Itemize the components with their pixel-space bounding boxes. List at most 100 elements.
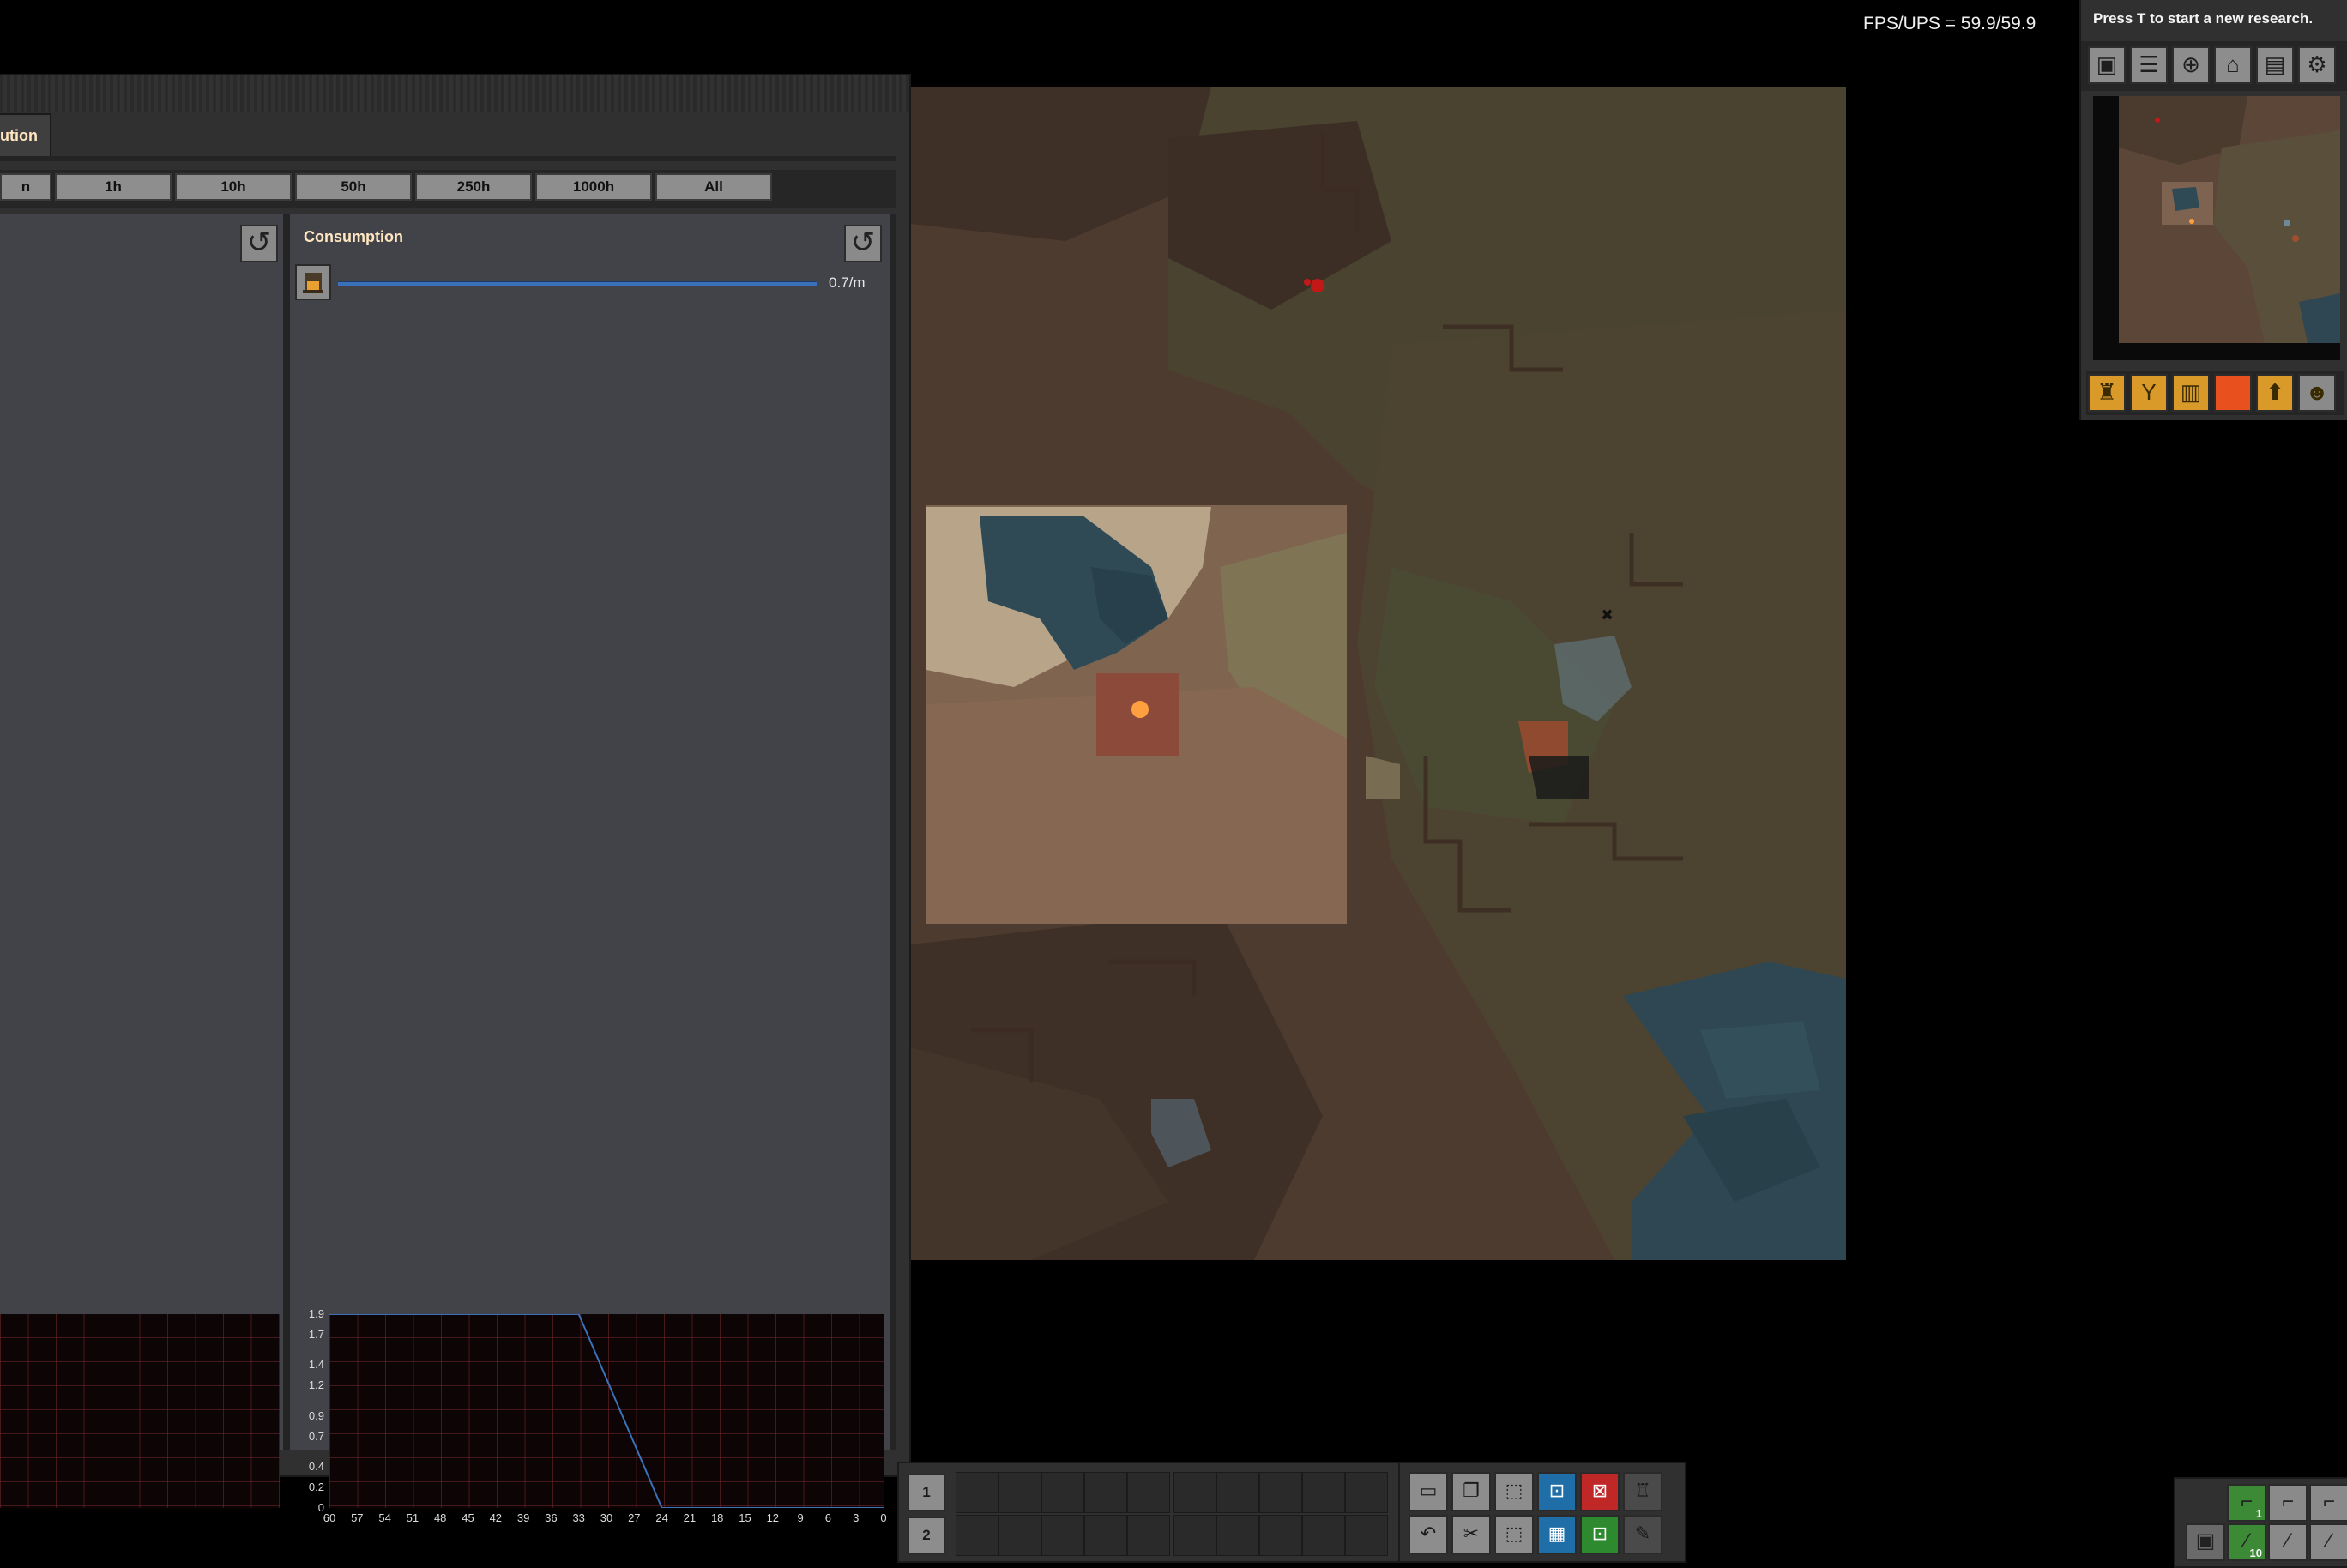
- deconstruct-icon[interactable]: ⊠: [1580, 1472, 1620, 1511]
- production-graph: [0, 1314, 280, 1508]
- x-tick-label: 9: [797, 1511, 804, 1524]
- ammo-icon[interactable]: [2214, 374, 2252, 412]
- blueprint-select-icon[interactable]: ⬚: [1494, 1472, 1534, 1511]
- quickbar-slot[interactable]: [1259, 1472, 1302, 1513]
- ammo-empty-icon[interactable]: ⁄: [2309, 1523, 2347, 1561]
- quickbar-slot[interactable]: [1216, 1515, 1259, 1556]
- hotkey-icon[interactable]: ▭: [1409, 1472, 1448, 1511]
- window-drag-handle[interactable]: [0, 75, 909, 112]
- x-tick-label: 24: [655, 1511, 668, 1524]
- quickbar-slot[interactable]: [1174, 1472, 1216, 1513]
- x-tick-label: 54: [378, 1511, 391, 1524]
- quickbar-slot[interactable]: [1302, 1472, 1345, 1513]
- y-tick-label: 0.2: [308, 1481, 324, 1494]
- time-range-bar: n 1h 10h 50h 250h 1000h All: [0, 170, 896, 208]
- time-button-10m[interactable]: n: [0, 173, 51, 201]
- spidertron-icon[interactable]: ✎: [1623, 1515, 1662, 1554]
- firearm-magazine-icon[interactable]: ⁄ 10: [2227, 1523, 2266, 1561]
- production-statistics-window: ution n 1h 10h 50h 250h 1000h All ↺ Cons…: [0, 75, 909, 1524]
- quickbar-row-1-button[interactable]: 1: [908, 1474, 945, 1511]
- x-tick-label: 0: [880, 1511, 887, 1524]
- x-tick-label: 51: [406, 1511, 419, 1524]
- character-icon[interactable]: ☻: [2298, 374, 2336, 412]
- tab-production[interactable]: ution: [0, 113, 51, 158]
- technology-icon[interactable]: ⌂: [2214, 46, 2252, 84]
- map-pins-icon[interactable]: ⊕: [2172, 46, 2210, 84]
- x-tick-label: 3: [853, 1511, 860, 1524]
- blueprint-library-icon[interactable]: ▣: [2088, 46, 2126, 84]
- quickbar-slot[interactable]: [956, 1472, 999, 1513]
- x-tick-label: 42: [489, 1511, 503, 1524]
- quickbar-slot[interactable]: [1345, 1472, 1388, 1513]
- y-tick-label: 1.7: [308, 1327, 324, 1341]
- x-tick-label: 21: [683, 1511, 697, 1524]
- quickbar-slot[interactable]: [1174, 1515, 1216, 1556]
- quickbar-slot[interactable]: [999, 1472, 1041, 1513]
- artillery-icon[interactable]: ♖: [1623, 1472, 1662, 1511]
- consumption-bar: [338, 281, 817, 286]
- quickbar-slot[interactable]: [1345, 1515, 1388, 1556]
- pipe-icon[interactable]: ⬆: [2256, 374, 2294, 412]
- assembler-icon[interactable]: ▥: [2172, 374, 2210, 412]
- stone-furnace-icon[interactable]: [295, 264, 331, 300]
- research-hint[interactable]: Press T to start a new research.: [2093, 10, 2313, 27]
- quickbar-slot[interactable]: [1127, 1515, 1170, 1556]
- x-tick-label: 60: [323, 1511, 336, 1524]
- quickbar-slot[interactable]: [1259, 1515, 1302, 1556]
- gun-turret-icon[interactable]: ♜: [2088, 374, 2126, 412]
- reset-production-button[interactable]: ↺: [240, 225, 278, 262]
- copy-icon[interactable]: ❐: [1451, 1472, 1491, 1511]
- tab-production-label: ution: [0, 127, 38, 144]
- main-toolbar: ▣ ☰ ⊕ ⌂ ▤ ⚙: [2081, 41, 2347, 91]
- quickbar-slot[interactable]: [956, 1515, 999, 1556]
- blueprint-book-icon[interactable]: ▦: [1537, 1515, 1577, 1554]
- player-marker: [1131, 701, 1149, 718]
- time-button-250h[interactable]: 250h: [415, 173, 532, 201]
- consumption-title: Consumption: [304, 228, 403, 245]
- quickbar-slot[interactable]: [1041, 1515, 1084, 1556]
- shortcut-tools: ▭ ❐ ⬚ ⊡ ⊠ ♖ ↶ ✂ ⬚ ▦ ⊡ ✎: [1398, 1462, 1686, 1563]
- x-tick-label: 36: [545, 1511, 558, 1524]
- quickbar-slot[interactable]: [1216, 1472, 1259, 1513]
- upgrade-icon[interactable]: ⊡: [1580, 1515, 1620, 1554]
- consumption-rate: 0.7/m: [829, 274, 866, 291]
- armor-icon[interactable]: ▣: [2186, 1523, 2225, 1561]
- time-button-1000h[interactable]: 1000h: [535, 173, 652, 201]
- quickbar-slot[interactable]: [1302, 1515, 1345, 1556]
- time-button-all[interactable]: All: [655, 173, 772, 201]
- weapon-ammo-slots: ⌐ 1 ⌐ ⌐ ▣ ⁄ 10 ⁄ ⁄: [2174, 1477, 2347, 1568]
- research-panel: Press T to start a new research. ▣ ☰ ⊕ ⌂…: [2079, 0, 2347, 420]
- undo-icon[interactable]: ↶: [1409, 1515, 1448, 1554]
- submachine-gun-icon[interactable]: ⌐ 1: [2227, 1484, 2266, 1522]
- inserter-icon[interactable]: Y: [2130, 374, 2168, 412]
- trains-icon[interactable]: ▤: [2256, 46, 2294, 84]
- x-tick-label: 30: [600, 1511, 613, 1524]
- quickbar-row-2-button[interactable]: 2: [908, 1517, 945, 1554]
- minimap[interactable]: [2093, 96, 2340, 360]
- production-stats-icon[interactable]: ☰: [2130, 46, 2168, 84]
- world-map[interactable]: ✖: [911, 87, 1846, 1260]
- time-button-10h[interactable]: 10h: [175, 173, 292, 201]
- quickbar-slot[interactable]: [1084, 1515, 1127, 1556]
- paste-icon[interactable]: ⬚: [1494, 1515, 1534, 1554]
- ammo-empty-icon[interactable]: ⁄: [2268, 1523, 2308, 1561]
- pistol-icon[interactable]: ⌐: [2268, 1484, 2308, 1522]
- deconstruct-select-icon[interactable]: ⊡: [1537, 1472, 1577, 1511]
- time-button-50h[interactable]: 50h: [295, 173, 412, 201]
- x-tick-label: 15: [739, 1511, 751, 1524]
- settings-icon[interactable]: ⚙: [2298, 46, 2336, 84]
- minimap-terrain: [2119, 96, 2340, 343]
- reset-consumption-button[interactable]: ↺: [844, 225, 882, 262]
- graph-grid: [0, 1314, 280, 1508]
- x-tick-label: 18: [710, 1511, 724, 1524]
- shotgun-icon[interactable]: ⌐: [2309, 1484, 2347, 1522]
- x-tick-label: 48: [433, 1511, 447, 1524]
- consumption-graph: [329, 1314, 884, 1508]
- quickbar-slot[interactable]: [999, 1515, 1041, 1556]
- quickbar-slot[interactable]: [1084, 1472, 1127, 1513]
- quickbar-slot[interactable]: [1041, 1472, 1084, 1513]
- stats-panels: ↺ Consumption ↺ 0.7/m 1.9 1.7 1.4 1.2 0.…: [0, 214, 896, 1524]
- cut-icon[interactable]: ✂: [1451, 1515, 1491, 1554]
- quickbar-slot[interactable]: [1127, 1472, 1170, 1513]
- time-button-1h[interactable]: 1h: [55, 173, 172, 201]
